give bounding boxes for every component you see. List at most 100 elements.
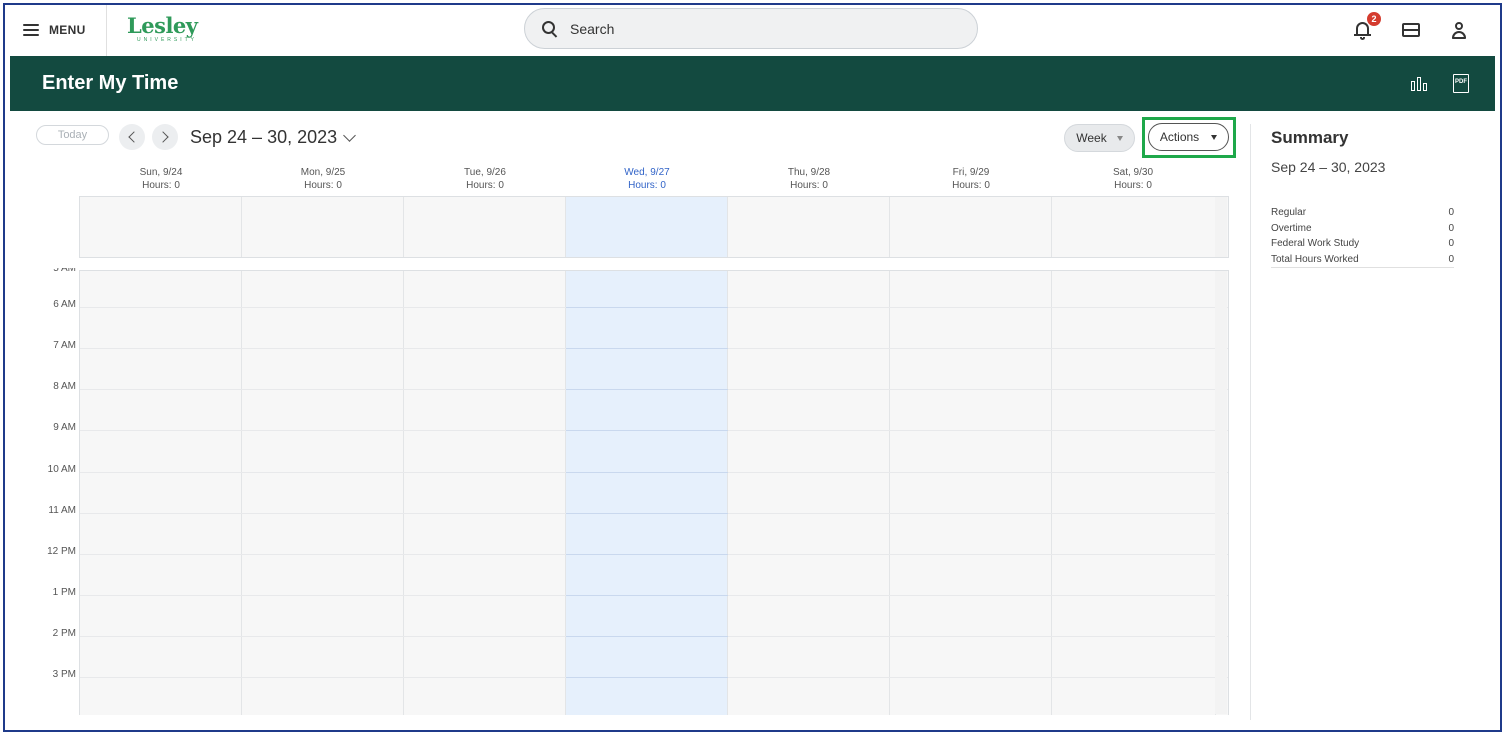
- hour-line: [566, 553, 728, 555]
- time-label: 1 PM: [52, 586, 76, 598]
- day-column[interactable]: [566, 197, 728, 257]
- summary-row-value: 0: [1448, 207, 1454, 218]
- day-column[interactable]: [242, 197, 404, 257]
- hour-line: [566, 307, 728, 309]
- search-icon: [542, 20, 558, 38]
- time-label: 7 AM: [53, 340, 76, 352]
- day-label: Fri, 9/29: [952, 167, 990, 178]
- logo-wordmark: Lesley: [127, 13, 198, 38]
- menu-icon: [23, 24, 39, 36]
- time-label: 9 AM: [53, 422, 76, 434]
- day-label: Sun, 9/24: [139, 167, 183, 178]
- bar-chart-icon[interactable]: [1411, 77, 1429, 91]
- time-label: 10 AM: [47, 463, 76, 475]
- menu-label: MENU: [49, 23, 86, 37]
- logo-subtext: UNIVERSITY: [137, 37, 198, 43]
- summary-row-value: 0: [1448, 238, 1454, 249]
- day-header: Tue, 9/26 Hours: 0: [404, 166, 566, 192]
- search-bar[interactable]: [524, 8, 978, 49]
- day-column[interactable]: [242, 271, 404, 715]
- summary-row: Total Hours Worked 0: [1271, 254, 1454, 265]
- time-label: 2 PM: [52, 627, 76, 639]
- day-column[interactable]: [890, 271, 1052, 715]
- day-label: Wed, 9/27: [624, 167, 670, 178]
- summary-row: Regular 0: [1271, 207, 1454, 218]
- actions-button[interactable]: Actions: [1148, 123, 1229, 151]
- day-header: Sat, 9/30 Hours: 0: [1052, 166, 1214, 192]
- scrollbar-track[interactable]: [1215, 197, 1227, 257]
- day-hours: Hours: 0: [304, 180, 342, 191]
- day-hours: Hours: 0: [952, 180, 990, 191]
- summary-title: Summary: [1271, 128, 1349, 147]
- summary-row-label: Total Hours Worked: [1271, 253, 1359, 265]
- day-column[interactable]: [890, 197, 1052, 257]
- date-range-label: Sep 24 – 30, 2023: [190, 127, 338, 147]
- inbox-button[interactable]: [1400, 19, 1422, 41]
- summary-divider: [1250, 124, 1251, 720]
- day-hours: Hours: 0: [790, 180, 828, 191]
- day-column[interactable]: [566, 271, 728, 715]
- scrollbar-track[interactable]: [1215, 271, 1227, 714]
- hour-line: [566, 471, 728, 473]
- summary-row-label: Overtime: [1271, 222, 1312, 234]
- day-header: Mon, 9/25 Hours: 0: [242, 166, 404, 192]
- day-hours: Hours: 0: [628, 180, 666, 191]
- profile-button[interactable]: [1448, 19, 1470, 41]
- pdf-icon-label: PDF: [1455, 79, 1467, 85]
- search-input[interactable]: [570, 20, 950, 37]
- day-label: Thu, 9/28: [787, 167, 831, 178]
- day-column[interactable]: [80, 271, 242, 715]
- chevron-right-icon: [157, 131, 169, 143]
- day-header: Thu, 9/28 Hours: 0: [728, 166, 890, 192]
- top-bar: MENU Lesley UNIVERSITY 2: [5, 5, 1500, 57]
- day-column[interactable]: [1052, 197, 1216, 257]
- next-week-button[interactable]: [152, 124, 178, 150]
- time-label: 12 PM: [47, 545, 76, 557]
- all-day-row[interactable]: [79, 196, 1229, 258]
- day-column[interactable]: [80, 197, 242, 257]
- summary-row: Federal Work Study 0: [1271, 238, 1454, 249]
- previous-week-button[interactable]: [119, 124, 145, 150]
- day-column[interactable]: [728, 197, 890, 257]
- hour-line: [566, 512, 728, 514]
- hour-line: [566, 430, 728, 432]
- date-range-selector[interactable]: Sep 24 – 30, 2023: [190, 127, 357, 148]
- summary-row-label: Federal Work Study: [1271, 238, 1360, 249]
- day-header: Wed, 9/27 Hours: 0: [566, 166, 728, 192]
- time-label: 5 AM: [53, 268, 76, 274]
- day-column[interactable]: [728, 271, 890, 715]
- summary-row-value: 0: [1448, 253, 1454, 265]
- page-title: Enter My Time: [42, 72, 179, 94]
- chevron-down-icon: [343, 128, 357, 142]
- menu-button[interactable]: MENU: [23, 19, 86, 41]
- today-button[interactable]: Today: [36, 125, 109, 145]
- day-column[interactable]: [1052, 271, 1216, 715]
- day-column[interactable]: [404, 197, 566, 257]
- summary-date-range: Sep 24 – 30, 2023: [1271, 159, 1386, 175]
- day-label: Tue, 9/26: [464, 167, 506, 178]
- day-header: Sun, 9/24 Hours: 0: [80, 166, 242, 192]
- lesley-logo[interactable]: Lesley UNIVERSITY: [127, 13, 198, 44]
- view-select-button[interactable]: Week: [1064, 124, 1135, 152]
- actions-label: Actions: [1159, 130, 1200, 144]
- day-header: Fri, 9/29 Hours: 0: [890, 166, 1052, 192]
- time-label: 11 AM: [48, 504, 76, 516]
- view-select-label: Week: [1076, 131, 1107, 145]
- day-hours: Hours: 0: [1114, 180, 1152, 191]
- notification-badge: 2: [1366, 11, 1382, 27]
- summary-row: Overtime 0: [1271, 223, 1454, 234]
- day-label: Sat, 9/30: [1112, 167, 1154, 178]
- time-label: 8 AM: [53, 381, 76, 393]
- hour-line: [566, 677, 728, 678]
- hour-line: [566, 635, 728, 637]
- chevron-left-icon: [128, 131, 140, 143]
- summary-row-label: Regular: [1271, 207, 1307, 218]
- time-grid[interactable]: [79, 270, 1229, 715]
- hour-line: [566, 594, 728, 596]
- dropdown-arrow-icon: [1116, 135, 1123, 141]
- day-hours: Hours: 0: [466, 180, 504, 191]
- day-label: Mon, 9/25: [300, 167, 346, 178]
- day-column[interactable]: [404, 271, 566, 715]
- pdf-icon[interactable]: PDF: [1453, 74, 1469, 93]
- day-hours: Hours: 0: [142, 180, 180, 191]
